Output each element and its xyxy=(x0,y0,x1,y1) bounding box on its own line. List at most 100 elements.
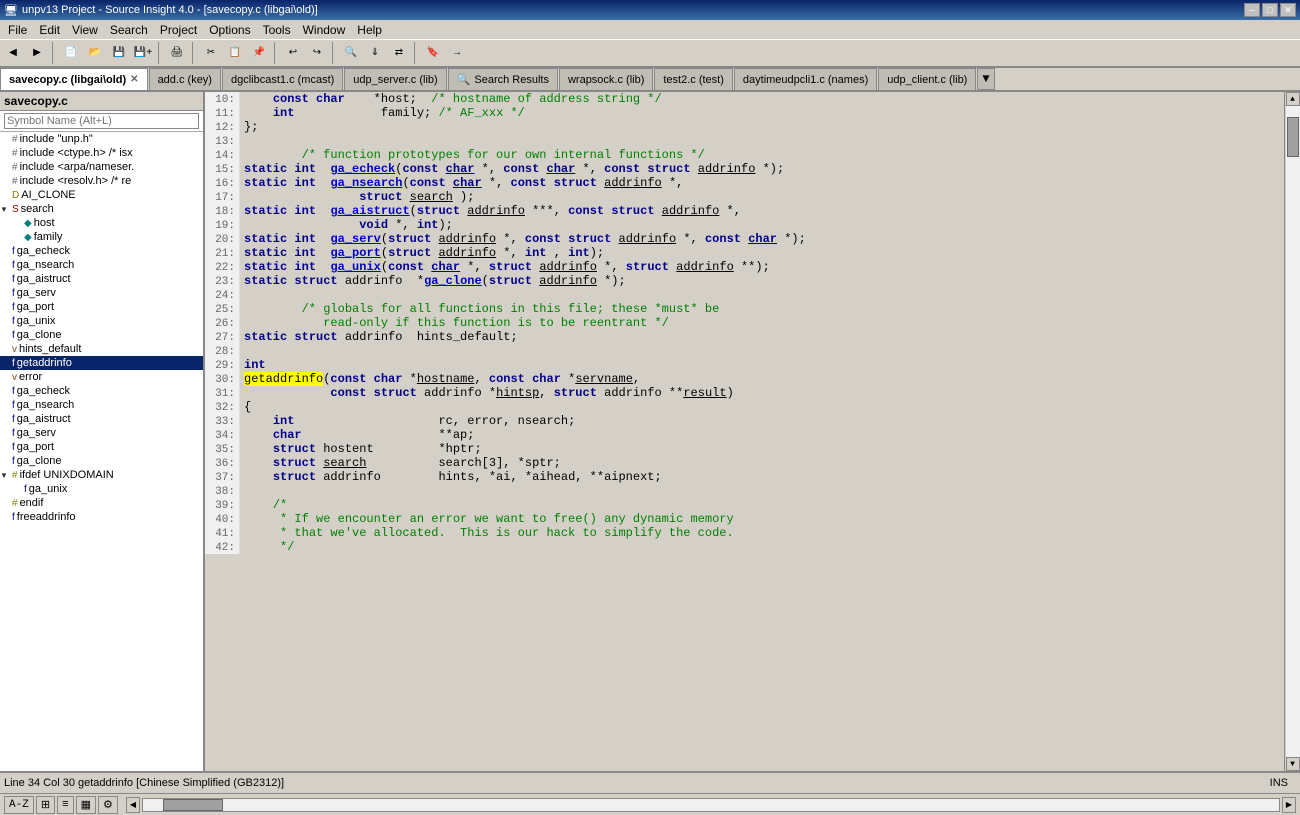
horizontal-scroll-thumb[interactable] xyxy=(163,799,223,811)
tree-item-include-ctype[interactable]: # include <ctype.h> /* isx xyxy=(0,146,203,160)
tree-item-include-arpa[interactable]: # include <arpa/nameser. xyxy=(0,160,203,174)
tree-item-ga-echeck-1[interactable]: f ga_echeck xyxy=(0,244,203,258)
menu-bar: File Edit View Search Project Options To… xyxy=(0,20,1300,40)
undo-button[interactable]: ↩ xyxy=(282,42,304,64)
tree-item-ga-clone-2[interactable]: f ga_clone xyxy=(0,454,203,468)
goto-button[interactable]: → xyxy=(446,42,468,64)
menu-view[interactable]: View xyxy=(66,21,104,39)
tab-add[interactable]: add.c (key) xyxy=(149,68,221,90)
code-line-40: 40: * If we encounter an error we want t… xyxy=(205,512,1284,526)
tab-label: add.c (key) xyxy=(158,74,212,86)
find-next-button[interactable]: ⇓ xyxy=(364,42,386,64)
cut-button[interactable]: ✂ xyxy=(200,42,222,64)
tab-daytime[interactable]: daytimeudpcli1.c (names) xyxy=(734,68,877,90)
grid-view-button[interactable]: ⊞ xyxy=(36,796,55,814)
tree-item-ga-aistruct-2[interactable]: f ga_aistruct xyxy=(0,412,203,426)
replace-button[interactable]: ⇄ xyxy=(388,42,410,64)
tab-close-icon[interactable]: ✕ xyxy=(130,74,138,85)
code-editor[interactable]: 10: const char *host; /* hostname of add… xyxy=(205,92,1284,771)
tree-item-include-unp[interactable]: # include "unp.h" xyxy=(0,132,203,146)
tree-item-host[interactable]: ◆ host xyxy=(0,216,203,230)
scroll-right-button[interactable]: ▶ xyxy=(1282,797,1296,813)
menu-file[interactable]: File xyxy=(2,21,33,39)
menu-edit[interactable]: Edit xyxy=(33,21,66,39)
redo-button[interactable]: ↪ xyxy=(306,42,328,64)
minimize-button[interactable]: ─ xyxy=(1244,3,1260,17)
func-icon: f xyxy=(12,400,15,411)
menu-window[interactable]: Window xyxy=(297,21,352,39)
print-button[interactable]: 🖨 xyxy=(166,42,188,64)
list-view-button[interactable]: ≡ xyxy=(57,796,74,814)
window-controls[interactable]: ─ □ ✕ xyxy=(1244,3,1296,17)
sidebar-file-title: savecopy.c xyxy=(0,92,203,111)
menu-help[interactable]: Help xyxy=(351,21,388,39)
tree-item-family[interactable]: ◆ family xyxy=(0,230,203,244)
tab-dgclibcast[interactable]: dgclibcast1.c (mcast) xyxy=(222,68,343,90)
tree-item-ga-port-2[interactable]: f ga_port xyxy=(0,440,203,454)
tree-item-ga-nsearch-2[interactable]: f ga_nsearch xyxy=(0,398,203,412)
tree-item-ga-nsearch-1[interactable]: f ga_nsearch xyxy=(0,258,203,272)
bookmark-button[interactable]: 🔖 xyxy=(422,42,444,64)
tree-item-endif[interactable]: # endif xyxy=(0,496,203,510)
tab-udp-server[interactable]: udp_server.c (lib) xyxy=(344,68,446,90)
tab-more-button[interactable]: ▼ xyxy=(977,68,994,90)
tree-item-ga-port-1[interactable]: f ga_port xyxy=(0,300,203,314)
tree-item-hints-default[interactable]: v hints_default xyxy=(0,342,203,356)
tree-label: ga_unix xyxy=(29,483,68,495)
tree-item-ai-clone[interactable]: D AI_CLONE xyxy=(0,188,203,202)
line-code: { xyxy=(240,400,1284,414)
tree-item-ga-clone-1[interactable]: f ga_clone xyxy=(0,328,203,342)
tree-item-ga-unix-2[interactable]: f ga_unix xyxy=(0,482,203,496)
new-button[interactable]: 📄 xyxy=(60,42,82,64)
tab-test2[interactable]: test2.c (test) xyxy=(654,68,733,90)
tree-item-ga-echeck-2[interactable]: f ga_echeck xyxy=(0,384,203,398)
code-line-15: 15: static int ga_echeck(const char *, c… xyxy=(205,162,1284,176)
close-button[interactable]: ✕ xyxy=(1280,3,1296,17)
line-number: 35: xyxy=(205,442,240,456)
back-button[interactable]: ◀ xyxy=(2,42,24,64)
code-line-39: 39: /* xyxy=(205,498,1284,512)
save-all-button[interactable]: 💾+ xyxy=(132,42,154,64)
menu-search[interactable]: Search xyxy=(104,21,154,39)
tree-label: ga_clone xyxy=(17,455,62,467)
tree-item-getaddrinfo[interactable]: f getaddrinfo xyxy=(0,356,203,370)
window-title: 🖥 unpv13 Project - Source Insight 4.0 - … xyxy=(4,4,318,17)
menu-project[interactable]: Project xyxy=(154,21,203,39)
scroll-up-button[interactable]: ▲ xyxy=(1286,92,1300,106)
maximize-button[interactable]: □ xyxy=(1262,3,1278,17)
tree-item-search-struct[interactable]: ▼ S search xyxy=(0,202,203,216)
scroll-left-button[interactable]: ◀ xyxy=(126,797,140,813)
tab-udp-client[interactable]: udp_client.c (lib) xyxy=(878,68,976,90)
tab-wrapsock[interactable]: wrapsock.c (lib) xyxy=(559,68,653,90)
paste-button[interactable]: 📌 xyxy=(248,42,270,64)
find-button[interactable]: 🔍 xyxy=(340,42,362,64)
menu-tools[interactable]: Tools xyxy=(257,21,297,39)
tree-item-error[interactable]: v error xyxy=(0,370,203,384)
app-icon: 🖥 xyxy=(4,4,18,17)
tree-item-ifdef-unix[interactable]: ▼ # ifdef UNIXDOMAIN xyxy=(0,468,203,482)
az-sort-button[interactable]: A-Z xyxy=(4,796,34,814)
tab-search-results[interactable]: 🔍 Search Results xyxy=(448,68,558,90)
tree-item-freeaddrinfo[interactable]: f freeaddrinfo xyxy=(0,510,203,524)
scroll-thumb[interactable] xyxy=(1287,117,1299,157)
line-number: 13: xyxy=(205,134,240,148)
tree-item-ga-aistruct-1[interactable]: f ga_aistruct xyxy=(0,272,203,286)
tab-savecopy[interactable]: savecopy.c (libgai\old) ✕ xyxy=(0,68,148,90)
tree-item-ga-serv-2[interactable]: f ga_serv xyxy=(0,426,203,440)
scroll-down-button[interactable]: ▼ xyxy=(1286,757,1300,771)
copy-button[interactable]: 📋 xyxy=(224,42,246,64)
settings-button[interactable]: ⚙ xyxy=(98,796,118,814)
code-line-18: 18: static int ga_aistruct(struct addrin… xyxy=(205,204,1284,218)
menu-options[interactable]: Options xyxy=(203,21,256,39)
symbol-search-input[interactable] xyxy=(4,113,199,129)
tree-item-include-resolv[interactable]: # include <resolv.h> /* re xyxy=(0,174,203,188)
code-line-32: 32: { xyxy=(205,400,1284,414)
tree-item-ga-unix-1[interactable]: f ga_unix xyxy=(0,314,203,328)
open-button[interactable]: 📂 xyxy=(84,42,106,64)
forward-button[interactable]: ▶ xyxy=(26,42,48,64)
filter-button[interactable]: ▦ xyxy=(76,796,96,814)
save-button[interactable]: 💾 xyxy=(108,42,130,64)
line-number: 11: xyxy=(205,106,240,120)
vertical-scrollbar[interactable]: ▲ ▼ xyxy=(1284,92,1300,771)
tree-item-ga-serv-1[interactable]: f ga_serv xyxy=(0,286,203,300)
